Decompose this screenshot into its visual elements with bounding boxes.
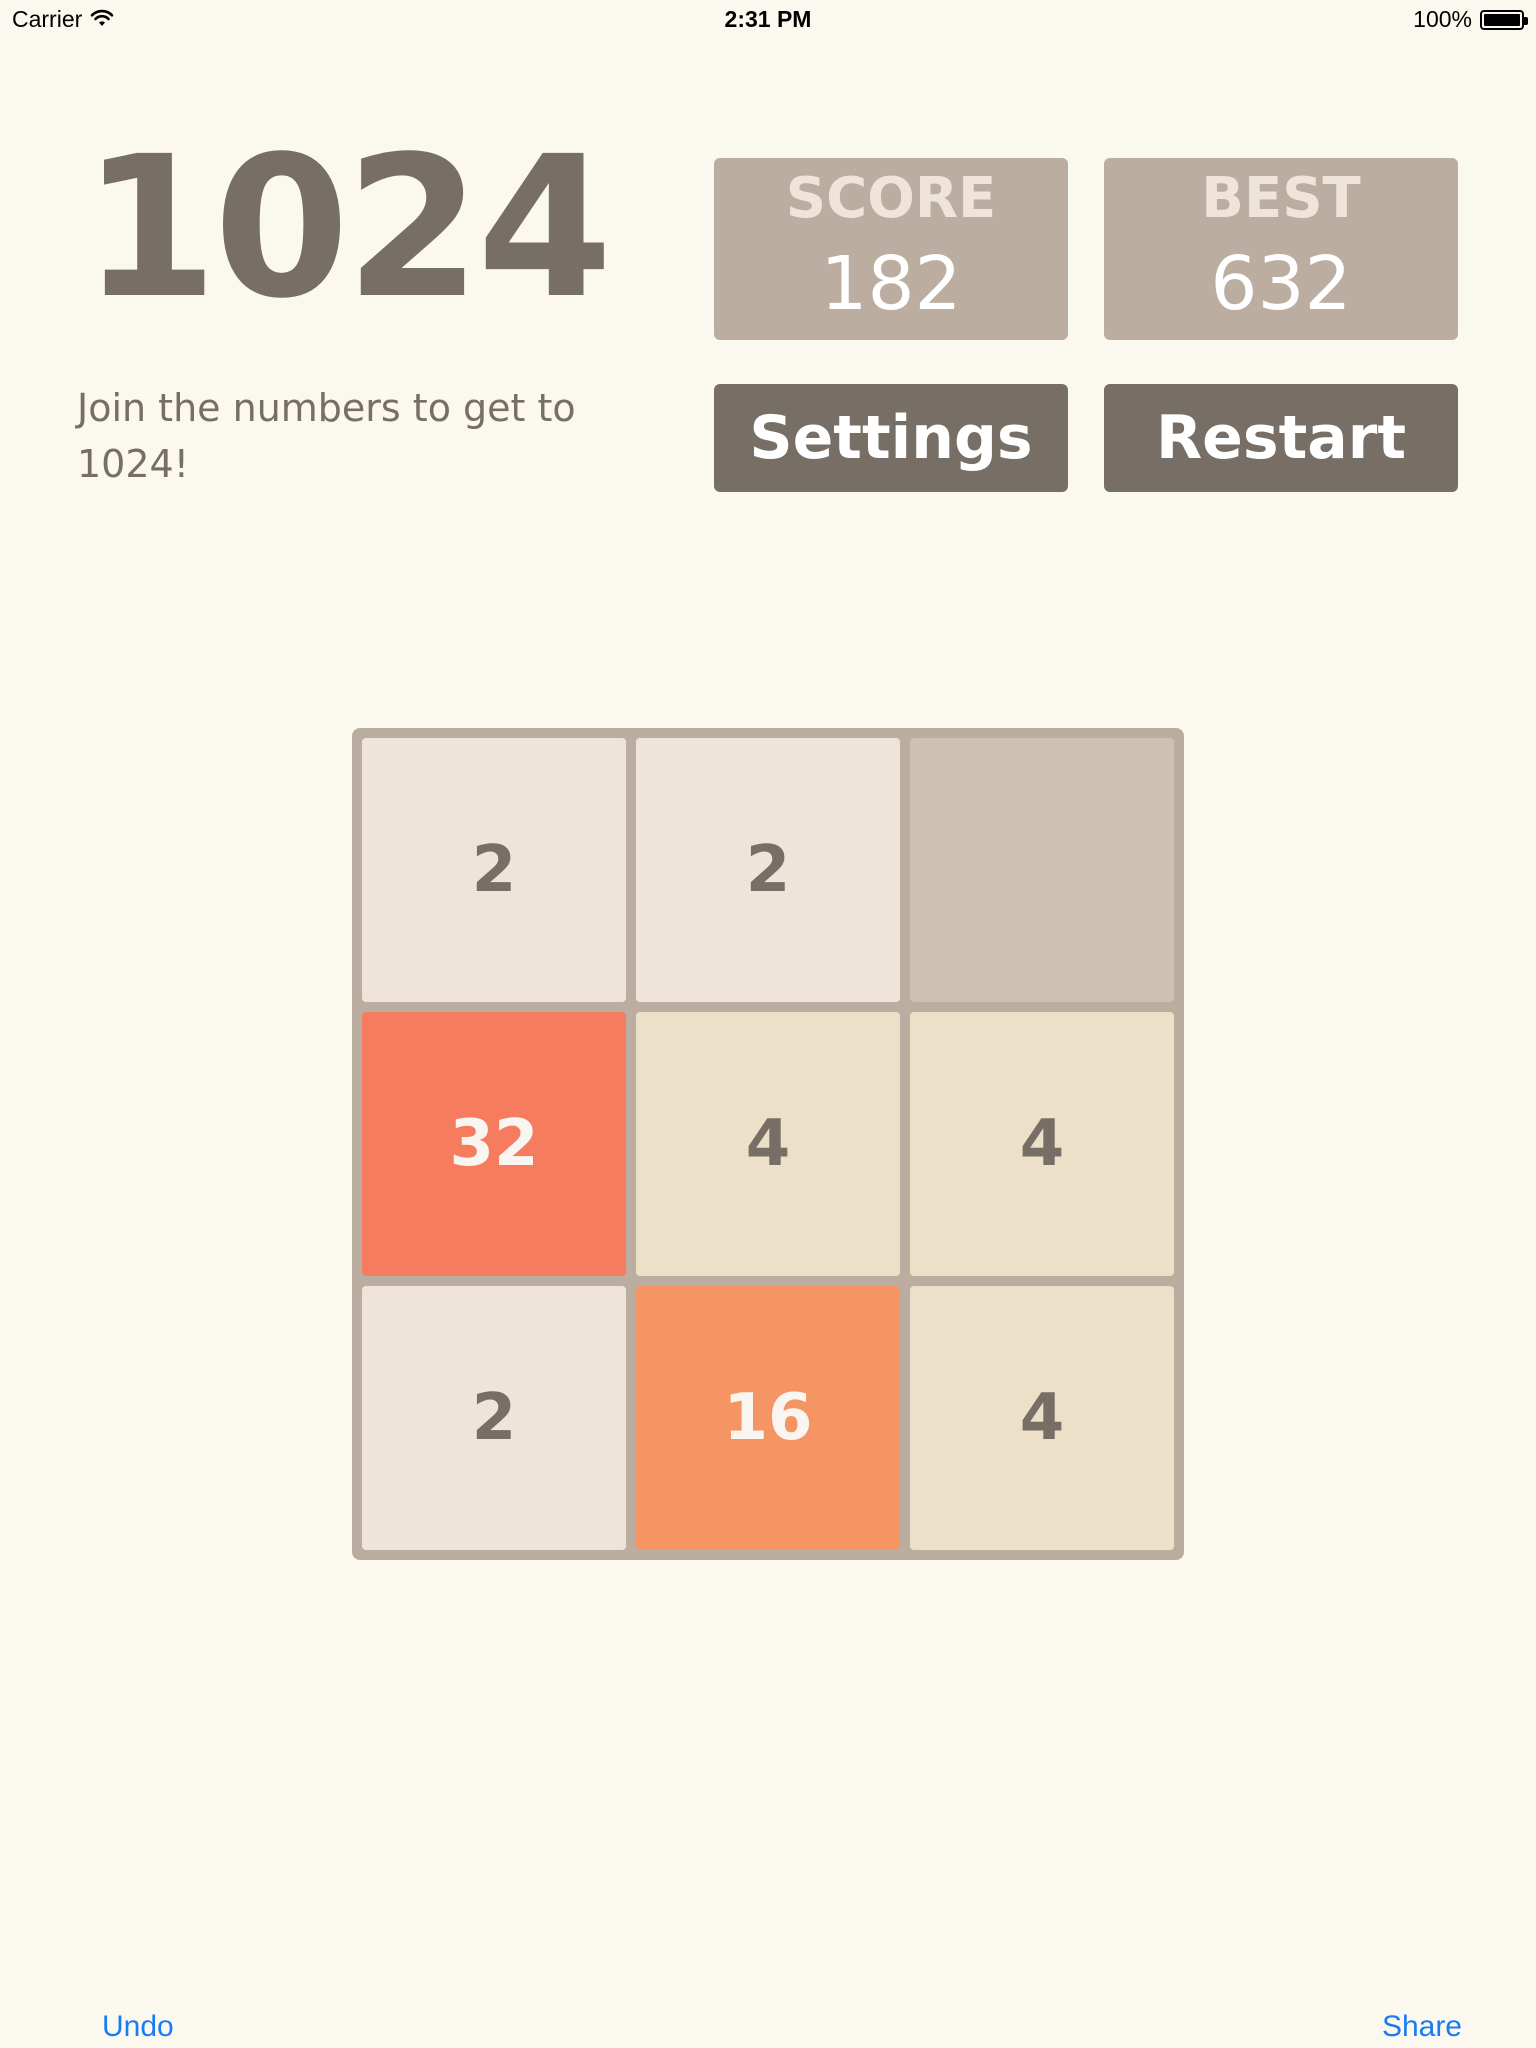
battery-percent: 100% xyxy=(1413,6,1472,32)
tile-r3-c1: 2 xyxy=(362,1286,626,1550)
game-board[interactable]: 2 2 32 4 4 2 16 4 xyxy=(352,728,1184,1560)
best-value: 632 xyxy=(1210,241,1352,327)
tile-r2-c2: 4 xyxy=(636,1012,900,1276)
game-subtitle: Join the numbers to get to 1024! xyxy=(77,386,576,486)
tile-r1-c2: 2 xyxy=(636,738,900,1002)
score-label: SCORE xyxy=(785,166,997,231)
best-label: BEST xyxy=(1201,166,1361,231)
restart-button[interactable]: Restart xyxy=(1104,384,1458,492)
battery-icon xyxy=(1480,9,1528,30)
share-button[interactable]: Share xyxy=(1382,2010,1462,2044)
tile-r3-c3: 4 xyxy=(910,1286,1174,1550)
tile-r1-c1: 2 xyxy=(362,738,626,1002)
status-bar: Carrier 2:31 PM 100% xyxy=(0,0,1536,40)
status-right: 100% xyxy=(1413,6,1528,33)
status-time: 2:31 PM xyxy=(724,6,812,32)
settings-button[interactable]: Settings xyxy=(714,384,1068,492)
game-title: 1024 xyxy=(82,114,613,341)
score-value: 182 xyxy=(820,241,962,327)
tile-r2-c1: 32 xyxy=(362,1012,626,1276)
empty-cell-r1-c3 xyxy=(910,738,1174,1002)
tile-r2-c3: 4 xyxy=(910,1012,1174,1276)
best-score-box: BEST 632 xyxy=(1104,158,1458,340)
score-box: SCORE 182 xyxy=(714,158,1068,340)
undo-button[interactable]: Undo xyxy=(102,2010,174,2044)
tile-r3-c2: 16 xyxy=(636,1286,900,1550)
